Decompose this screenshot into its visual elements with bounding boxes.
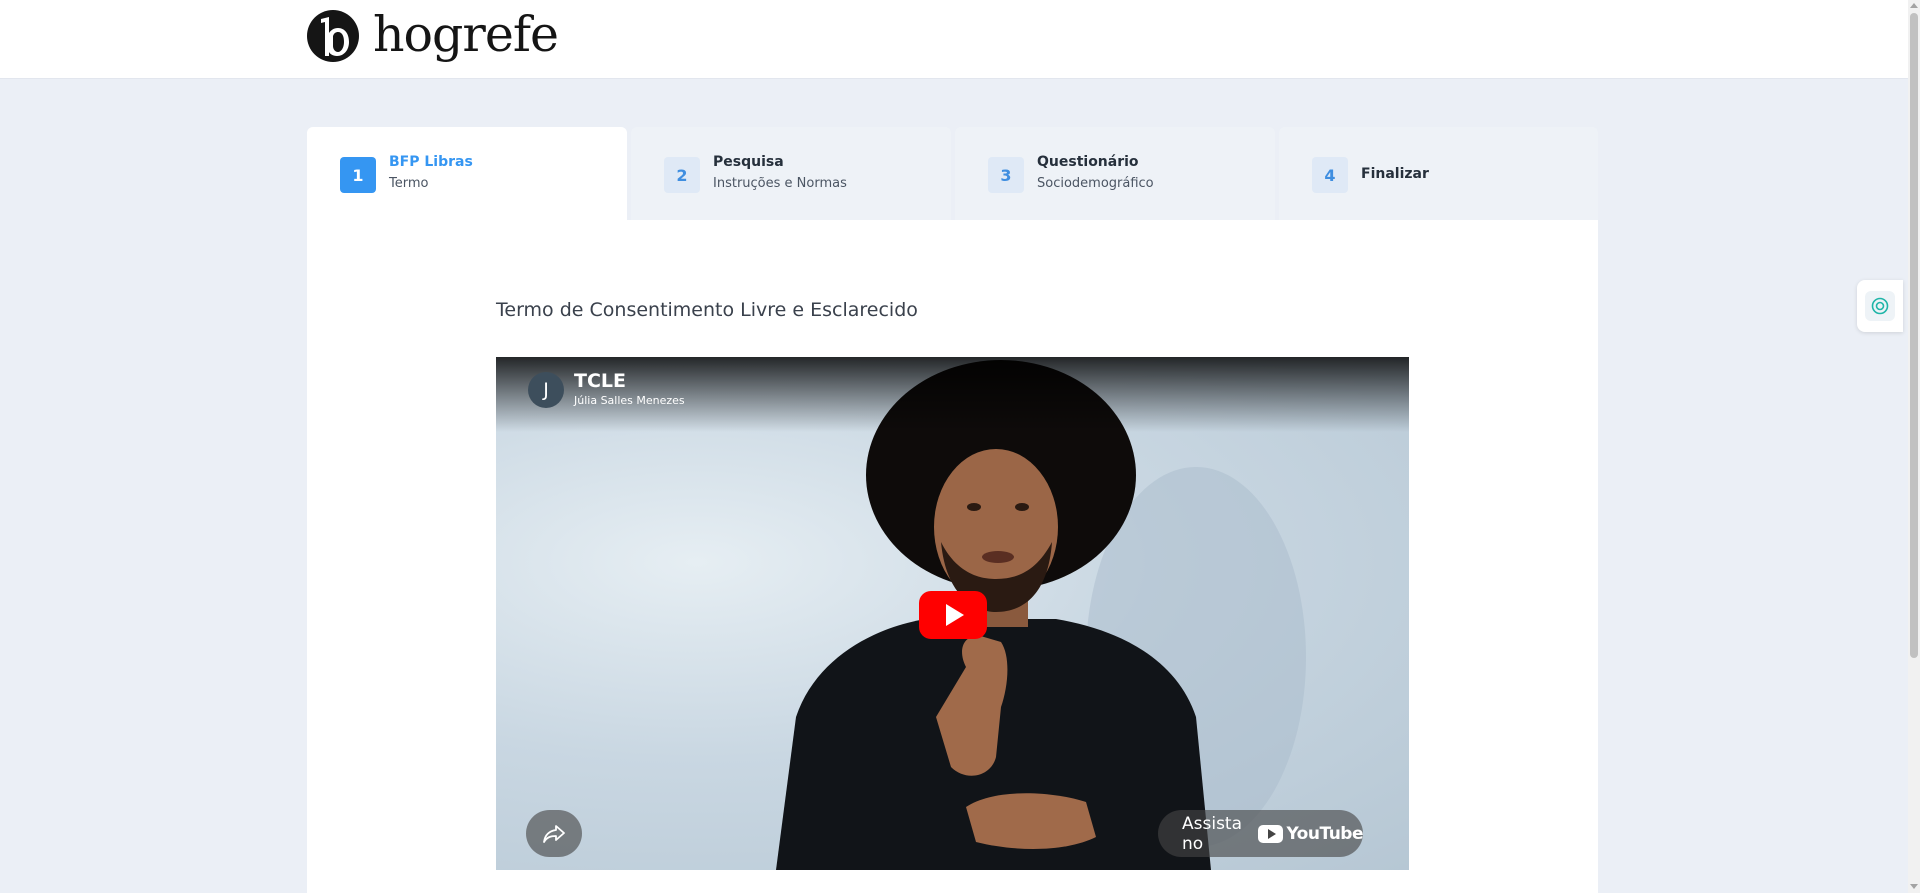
step-termo[interactable]: 1 BFP Libras Termo: [307, 127, 627, 220]
play-button[interactable]: [919, 591, 987, 639]
step-title: Questionário: [1037, 154, 1139, 170]
content-panel: Termo de Consentimento Livre e Esclareci…: [307, 220, 1598, 893]
watch-on-youtube-button[interactable]: Assista no YouTube: [1158, 810, 1363, 857]
video-title[interactable]: TCLE: [574, 370, 626, 392]
step-subtitle: Termo: [389, 176, 429, 191]
step-title: Finalizar: [1361, 166, 1429, 182]
scroll-thumb[interactable]: [1910, 13, 1918, 658]
step-number: 2: [664, 157, 700, 193]
scroll-up-arrow-icon[interactable]: [1910, 3, 1918, 8]
play-icon: [946, 604, 964, 626]
step-number: 1: [340, 157, 376, 193]
hogrefe-logo[interactable]: hogrefe: [307, 5, 559, 63]
accessibility-button[interactable]: [1857, 280, 1903, 332]
step-title: Pesquisa: [713, 154, 784, 170]
step-finalizar[interactable]: 4 Finalizar: [1279, 127, 1598, 220]
step-number: 4: [1312, 157, 1348, 193]
stepper: 1 BFP Libras Termo 2 Pesquisa Instruções…: [307, 127, 1598, 220]
hogrefe-logo-icon: [307, 10, 359, 62]
page-title: Termo de Consentimento Livre e Esclareci…: [496, 299, 918, 321]
step-title: BFP Libras: [389, 154, 473, 170]
channel-avatar[interactable]: J: [528, 372, 564, 408]
share-button[interactable]: [526, 810, 582, 857]
scroll-down-arrow-icon[interactable]: [1910, 884, 1918, 889]
youtube-video-embed[interactable]: J TCLE Júlia Salles Menezes Assista no Y…: [496, 357, 1409, 870]
youtube-logo-icon: YouTube: [1258, 824, 1363, 844]
accessibility-icon: [1865, 291, 1895, 321]
step-questionario[interactable]: 3 Questionário Sociodemográfico: [955, 127, 1275, 220]
top-bar: hogrefe: [0, 0, 1908, 79]
step-subtitle: Sociodemográfico: [1037, 176, 1154, 191]
page-scrollbar[interactable]: [1908, 0, 1920, 893]
step-number: 3: [988, 157, 1024, 193]
watch-label: Assista no: [1182, 813, 1243, 854]
youtube-word: YouTube: [1286, 823, 1363, 844]
step-subtitle: Instruções e Normas: [713, 176, 847, 191]
share-icon: [543, 824, 565, 843]
brand-name: hogrefe: [373, 5, 559, 63]
step-pesquisa[interactable]: 2 Pesquisa Instruções e Normas: [631, 127, 951, 220]
video-channel-name[interactable]: Júlia Salles Menezes: [574, 394, 685, 407]
